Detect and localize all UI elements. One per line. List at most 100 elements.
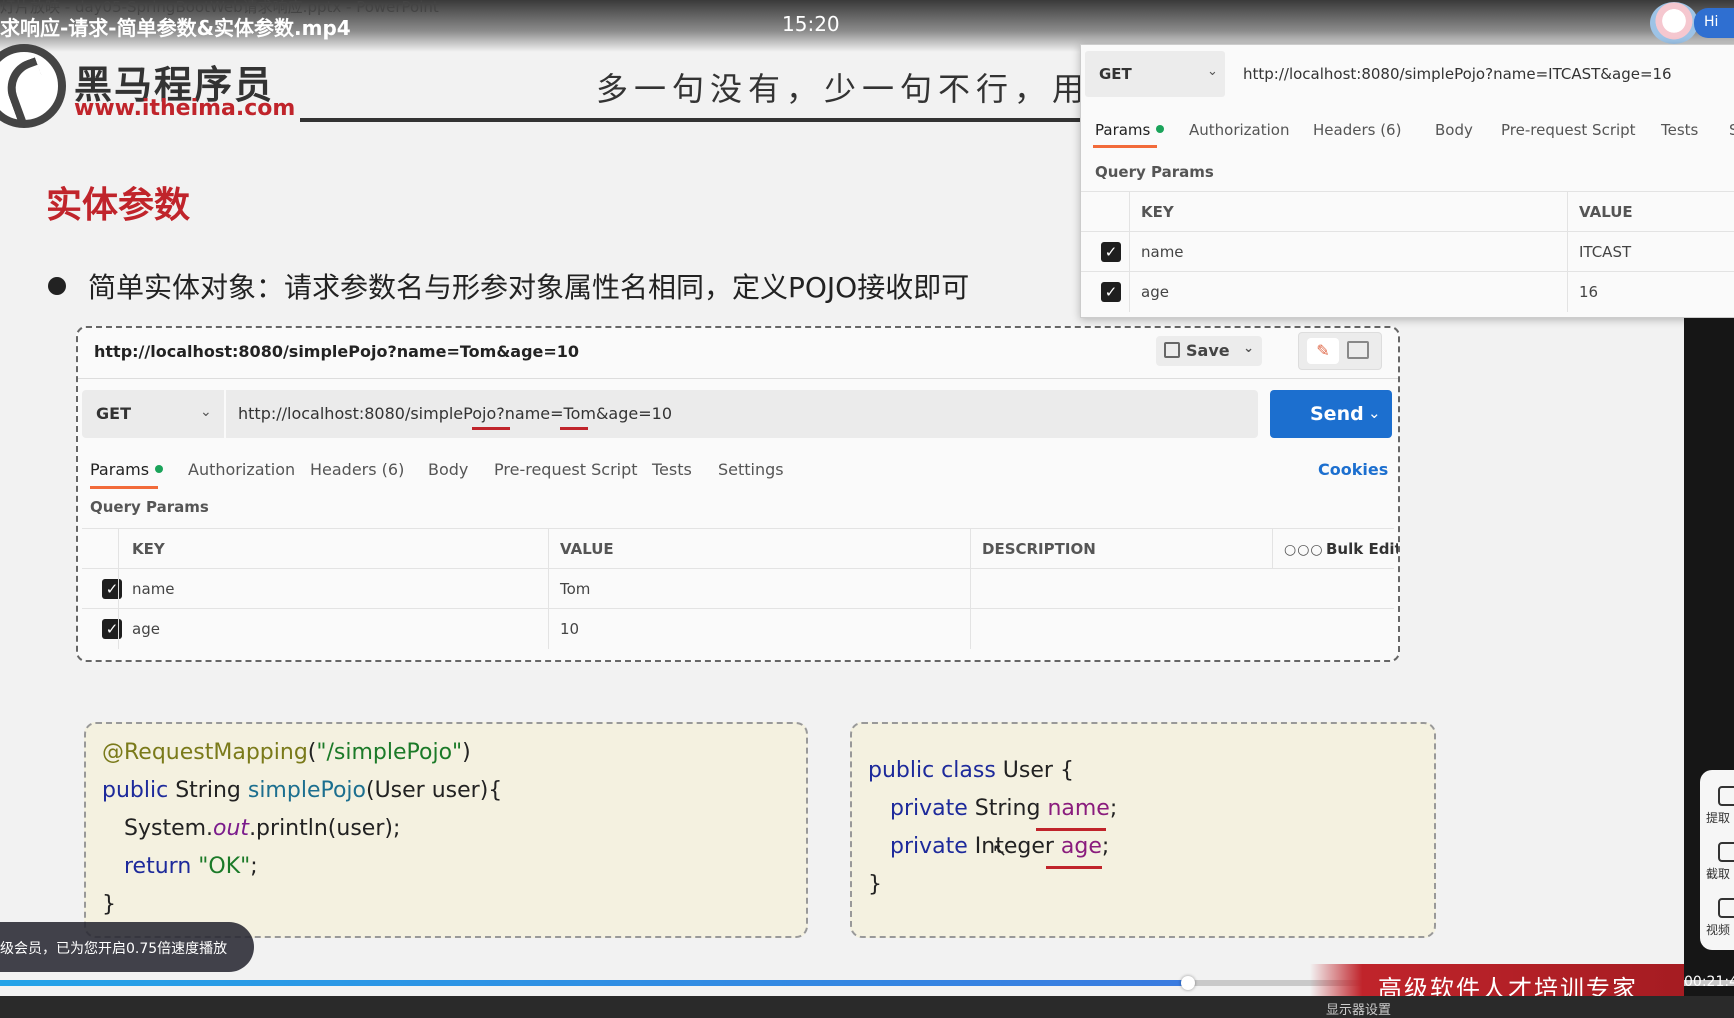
query-params-label: Query Params (90, 498, 209, 516)
code-line: private String name; (890, 796, 1117, 821)
code-token: ; (1101, 834, 1110, 859)
send-button[interactable]: Send ⌄ (1270, 390, 1392, 438)
pojo-code-box: public class User { private String name;… (850, 722, 1436, 938)
divider (1567, 272, 1568, 312)
tab-settings[interactable]: S (1729, 121, 1734, 139)
param-value[interactable]: ITCAST (1579, 243, 1631, 261)
tab-authorization[interactable]: Authorization (1189, 121, 1289, 139)
table-row: ✓ age 10 (82, 608, 1394, 649)
tab-params[interactable]: Params (90, 460, 164, 479)
tab-authorization[interactable]: Authorization (188, 460, 295, 479)
chevron-down-icon[interactable]: ⌄ (1368, 404, 1381, 422)
bullet-icon (48, 277, 66, 295)
keyword: return (124, 854, 192, 879)
pencil-icon[interactable]: ✎ (1307, 338, 1339, 364)
method-select[interactable]: GET ⌄ (1085, 51, 1225, 97)
divider (970, 609, 971, 649)
divider (548, 529, 549, 569)
url-input[interactable]: http://localhost:8080/simplePojo?name=To… (238, 404, 672, 423)
display-settings-button[interactable]: 显示器设置 (1326, 999, 1391, 1018)
age-underline (1046, 866, 1102, 869)
active-tab-indicator (90, 486, 158, 489)
text-extract-icon (1718, 786, 1734, 806)
code-line: } (868, 872, 882, 897)
elapsed-time: 00:21:4 (1684, 974, 1734, 990)
comment-icon[interactable] (1347, 341, 1369, 359)
checkbox[interactable]: ✓ (102, 619, 122, 639)
tab-headers[interactable]: Headers (6) (310, 460, 404, 479)
tab-body[interactable]: Body (428, 460, 468, 479)
method-select[interactable]: GET (96, 404, 131, 423)
code-token: ) (462, 740, 471, 765)
capture-button[interactable]: 截取 (1706, 842, 1734, 882)
cookies-link[interactable]: Cookies (1318, 460, 1388, 479)
keyword: public class (868, 758, 996, 783)
edit-toggle-group: ✎ (1298, 332, 1382, 370)
video-button[interactable]: 视频 (1706, 898, 1734, 938)
string-literal: "OK" (198, 854, 251, 879)
divider (118, 569, 119, 609)
code-line: } (102, 892, 116, 917)
tab-pre-request-script[interactable]: Pre-request Script (1501, 121, 1636, 139)
bullet-text: 简单实体对象：请求参数名与形参对象属性名相同，定义POJO接收即可 (88, 271, 970, 304)
save-button[interactable]: Save ⌄ (1156, 336, 1262, 366)
param-key[interactable]: age (1141, 283, 1169, 301)
tab-pre-request-script[interactable]: Pre-request Script (494, 460, 638, 479)
code-token: User { (995, 758, 1074, 783)
tab-headers[interactable]: Headers (6) (1313, 121, 1401, 139)
tab-settings[interactable]: Settings (718, 460, 784, 479)
checkbox[interactable]: ✓ (1101, 242, 1121, 262)
tab-label: Params (1095, 121, 1151, 139)
divider (548, 609, 549, 649)
request-tabs: Params Authorization Headers (6) Body Pr… (78, 460, 1398, 484)
video-title: 求响应-请求-简单参数&实体参数.mp4 (0, 16, 351, 40)
chevron-down-icon[interactable]: ⌄ (1243, 341, 1254, 356)
tab-body[interactable]: Body (1435, 121, 1473, 139)
tab-tests[interactable]: Tests (1661, 121, 1698, 139)
mouse-cursor-icon: ↖ (992, 840, 1008, 861)
request-title: http://localhost:8080/simplePojo?name=To… (94, 342, 580, 361)
param-value[interactable]: 10 (560, 620, 579, 638)
slide-slogan: 多一句没有，少一句不行，用 (596, 70, 1091, 108)
chevron-down-icon[interactable]: ⌄ (200, 404, 212, 420)
crop-icon (1718, 842, 1734, 862)
code-token: System. (124, 816, 214, 841)
more-options-icon[interactable]: ○○○ (1284, 542, 1324, 558)
checkbox[interactable]: ✓ (102, 579, 122, 599)
table-header-row: KEY VALUE (1081, 191, 1734, 232)
chevron-down-icon[interactable]: ⌄ (1207, 64, 1218, 79)
postman-popup-window: GET ⌄ http://localhost:8080/simplePojo?n… (1080, 44, 1734, 318)
tab-params[interactable]: Params (1095, 121, 1165, 139)
divider (970, 569, 971, 609)
param-value[interactable]: 16 (1579, 283, 1598, 301)
tab-tests[interactable]: Tests (652, 460, 692, 479)
divider (1272, 529, 1273, 569)
param-key[interactable]: age (132, 620, 160, 638)
param-key[interactable]: name (1141, 243, 1184, 261)
progress-knob[interactable] (1180, 976, 1195, 990)
code-token: String (967, 796, 1048, 821)
brand-url: www.itheima.com (74, 96, 296, 121)
url-input[interactable]: http://localhost:8080/simplePojo?name=IT… (1243, 65, 1672, 83)
save-icon (1164, 342, 1180, 358)
checkbox[interactable]: ✓ (1101, 282, 1121, 302)
name-underline (1036, 828, 1106, 831)
divider (1567, 232, 1568, 272)
param-key[interactable]: name (132, 580, 175, 598)
bulk-edit-button[interactable]: Bulk Edit (1326, 540, 1398, 558)
divider (548, 569, 549, 609)
divider (1129, 232, 1130, 272)
method-name: simplePojo (247, 778, 366, 803)
column-description: DESCRIPTION (982, 540, 1096, 558)
avatar[interactable] (1650, 2, 1698, 44)
extract-button[interactable]: 提取 (1706, 786, 1734, 826)
active-dot-icon (1156, 125, 1165, 133)
hi-button[interactable]: Hi (1694, 8, 1734, 38)
send-label: Send (1310, 403, 1364, 425)
bottom-control-strip: 显示器设置 (0, 996, 1734, 1018)
column-value: VALUE (560, 540, 614, 558)
method-label: GET (1099, 65, 1132, 83)
param-value[interactable]: Tom (560, 580, 590, 598)
side-toolbar: 提取 截取 视频 (1700, 770, 1734, 950)
active-dot-icon (155, 465, 164, 473)
